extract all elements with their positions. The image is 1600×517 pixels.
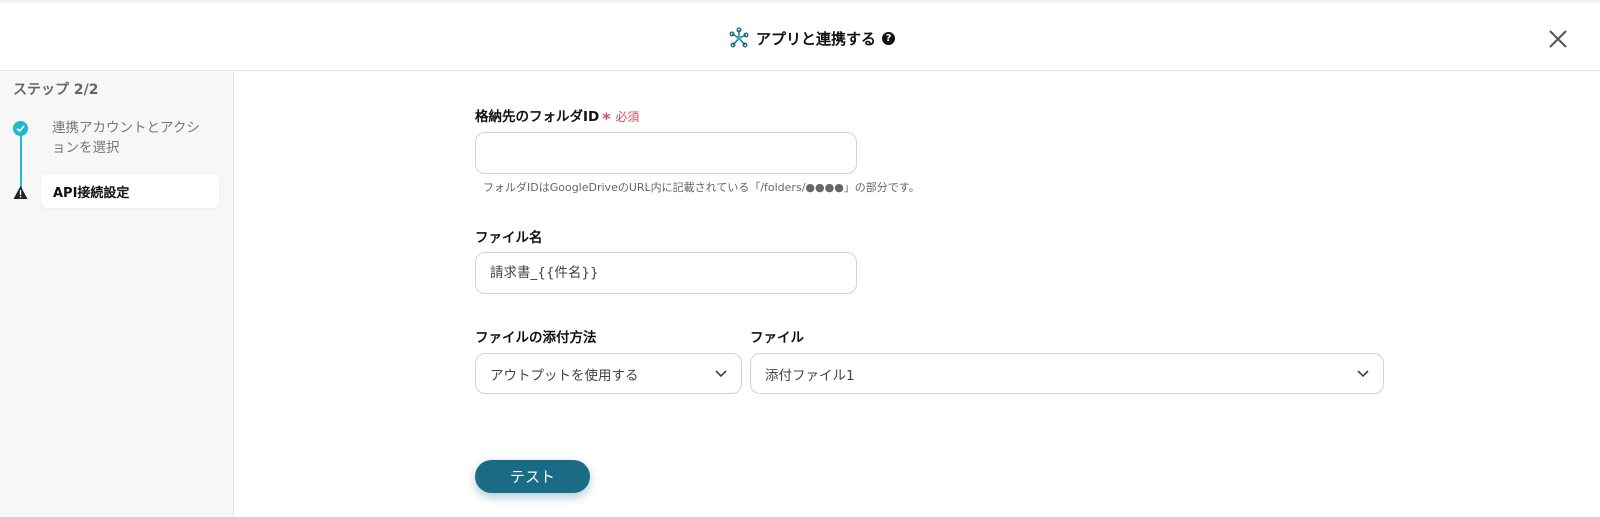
chevron-down-icon (1357, 369, 1369, 377)
file-select[interactable]: 添付ファイル1 (750, 353, 1384, 394)
folder-id-help: フォルダIDはGoogleDriveのURL内に記載されている「/folders… (483, 181, 920, 194)
required-star-icon: * (602, 109, 611, 128)
step-counter: ステップ 2/2 (13, 82, 99, 98)
sidebar-step-api-settings[interactable]: API接続設定 (41, 174, 219, 208)
file-value: 添付ファイル1 (765, 367, 855, 384)
warning-icon (13, 186, 28, 199)
modal-title: アプリと連携する (756, 29, 877, 48)
sidebar-step-label: API接続設定 (53, 185, 130, 201)
step-connector (20, 134, 22, 192)
chevron-down-icon (715, 369, 727, 377)
folder-id-input[interactable] (475, 132, 857, 174)
test-button[interactable]: テスト (475, 460, 590, 493)
sidebar-step-select-action[interactable]: 連携アカウントとアクションを選択 (52, 118, 212, 158)
folder-id-label-text: 格納先のフォルダID (475, 109, 600, 125)
file-name-label: ファイル名 (475, 230, 543, 246)
help-icon[interactable]: ? (882, 31, 896, 45)
file-name-input[interactable]: 請求書_{{件名}} (475, 252, 857, 294)
step-sidebar: ステップ 2/2 連携アカウントとアクションを選択 API接続設定 (0, 72, 234, 517)
attach-method-select[interactable]: アウトプットを使用する (475, 353, 742, 394)
attach-method-label: ファイルの添付方法 (475, 330, 597, 346)
required-badge: 必須 (615, 110, 640, 124)
folder-id-label: 格納先のフォルダID * 必須 (475, 105, 639, 128)
attach-method-value: アウトプットを使用する (490, 367, 639, 384)
check-circle-icon (13, 121, 28, 136)
header-title-group: アプリと連携する ? (728, 25, 896, 51)
file-label: ファイル (750, 330, 804, 346)
close-icon[interactable] (1545, 26, 1571, 52)
app-connect-icon (729, 27, 749, 48)
modal-header: アプリと連携する ? (0, 3, 1600, 71)
